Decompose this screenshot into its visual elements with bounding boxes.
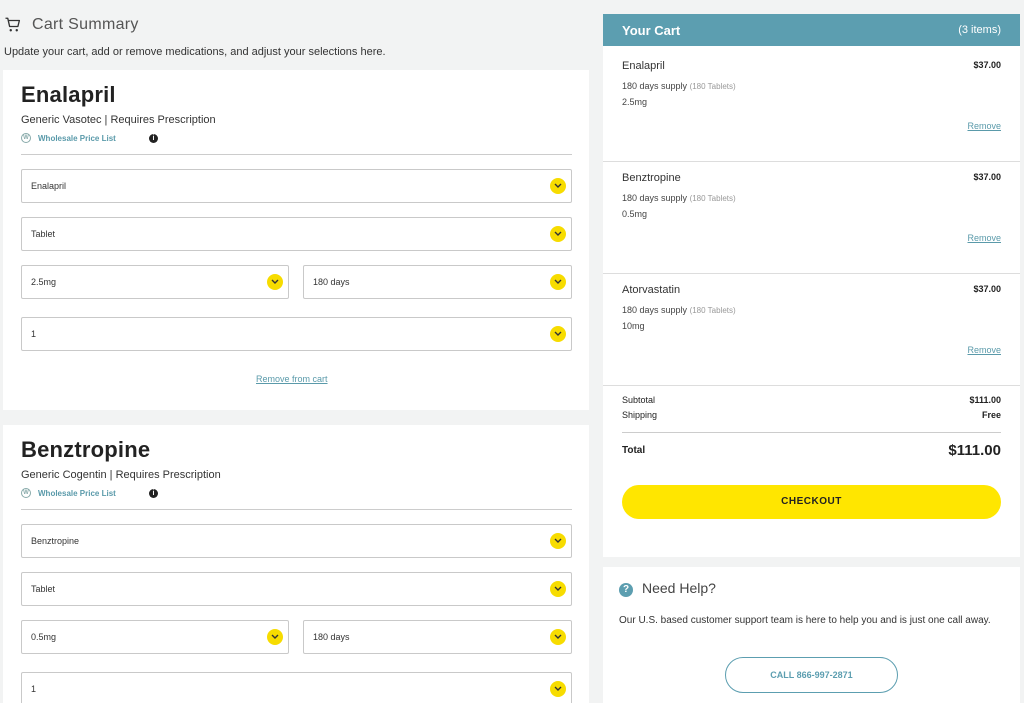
supply-select[interactable]: 180 days xyxy=(303,265,572,299)
shipping-label: Shipping xyxy=(622,410,658,420)
cart-item-supply-text: 180 days supply xyxy=(622,193,688,203)
cart-item-tablets: (180 Tablets) xyxy=(689,82,736,91)
drug-select-value: Enalapril xyxy=(31,181,67,191)
chevron-down-icon xyxy=(267,629,283,645)
cart-item-tablets: (180 Tablets) xyxy=(689,306,736,315)
chevron-down-icon xyxy=(550,681,566,697)
form-select-value: Tablet xyxy=(31,229,56,239)
quantity-select-value: 1 xyxy=(31,329,37,339)
info-icon[interactable]: i xyxy=(149,489,158,498)
cart-summary-header: Cart Summary xyxy=(4,14,139,36)
checkout-button[interactable]: CHECKOUT xyxy=(622,485,1001,519)
your-cart-header: Your Cart (3 items) xyxy=(603,14,1020,46)
total-value: $111.00 xyxy=(948,442,1001,459)
shipping-value: Free xyxy=(981,410,1001,420)
supply-select-value: 180 days xyxy=(313,632,350,642)
info-icon[interactable]: i xyxy=(149,134,158,143)
cart-item-price: $37.00 xyxy=(973,60,1001,70)
medication-name: Enalapril xyxy=(21,82,116,107)
cart-item-name: Atorvastatin xyxy=(622,284,681,296)
wholesale-price-list-link[interactable]: W Wholesale Price List xyxy=(21,133,116,143)
chevron-down-icon xyxy=(550,533,566,549)
supply-select[interactable]: 180 days xyxy=(303,620,572,654)
page-title: Cart Summary xyxy=(32,16,139,33)
medication-generic: Generic Vasotec | Requires Prescription xyxy=(21,114,216,126)
quantity-select[interactable]: 1 xyxy=(21,672,572,703)
cart-icon xyxy=(5,17,21,32)
question-icon: ? xyxy=(619,583,633,597)
quantity-select[interactable]: 1 xyxy=(21,317,572,351)
shipping-row: Shipping Free xyxy=(622,410,1001,420)
cart-item-remove-link[interactable]: Remove xyxy=(967,345,1001,355)
chevron-down-icon xyxy=(550,581,566,597)
cart-item-price: $37.00 xyxy=(973,172,1001,182)
call-support-button[interactable]: CALL 866-997-2871 xyxy=(725,657,898,693)
strength-select-value: 2.5mg xyxy=(31,277,57,287)
cart-item-remove-link[interactable]: Remove xyxy=(967,233,1001,243)
chevron-down-icon xyxy=(550,326,566,342)
quantity-select-value: 1 xyxy=(31,684,37,694)
form-select[interactable]: Tablet xyxy=(21,572,572,606)
subtotal-label: Subtotal xyxy=(622,395,656,405)
drug-select-value: Benztropine xyxy=(31,536,80,546)
chevron-down-icon xyxy=(550,226,566,242)
cart-item-name: Enalapril xyxy=(622,60,665,72)
your-cart-title: Your Cart xyxy=(622,23,681,38)
wholesale-price-list-link[interactable]: W Wholesale Price List xyxy=(21,488,116,498)
supply-select-value: 180 days xyxy=(313,277,350,287)
cart-item-supply: 180 days supply (180 Tablets) xyxy=(622,305,736,315)
your-cart-panel: Your Cart (3 items) Enalapril $37.00 180… xyxy=(603,14,1020,557)
total-label: Total xyxy=(622,445,646,456)
help-title: Need Help? xyxy=(642,580,716,596)
drug-select[interactable]: Enalapril xyxy=(21,169,572,203)
cart-item: Benztropine $37.00 180 days supply (180 … xyxy=(603,162,1020,274)
strength-select-value: 0.5mg xyxy=(31,632,57,642)
cart-item-tablets: (180 Tablets) xyxy=(689,194,736,203)
form-select-value: Tablet xyxy=(31,584,56,594)
cart-item-dose: 0.5mg xyxy=(622,209,648,219)
medication-card-benztropine: Benztropine Generic Cogentin | Requires … xyxy=(3,425,589,703)
cart-item: Atorvastatin $37.00 180 days supply (180… xyxy=(603,274,1020,386)
subtotal-row: Subtotal $111.00 xyxy=(622,395,1001,405)
help-description: Our U.S. based customer support team is … xyxy=(619,615,991,626)
cart-item-supply-text: 180 days supply xyxy=(622,305,688,315)
wholesale-price-list-label: Wholesale Price List xyxy=(38,133,116,143)
cart-item-supply-text: 180 days supply xyxy=(622,81,688,91)
cart-item-supply: 180 days supply (180 Tablets) xyxy=(622,193,736,203)
cart-item-price: $37.00 xyxy=(973,284,1001,294)
chevron-down-icon xyxy=(550,178,566,194)
wholesale-price-list-label: Wholesale Price List xyxy=(38,488,116,498)
cart-item: Enalapril $37.00 180 days supply (180 Ta… xyxy=(603,50,1020,162)
cart-item-count: (3 items) xyxy=(958,24,1001,36)
page-subtitle: Update your cart, add or remove medicati… xyxy=(4,46,386,58)
divider xyxy=(622,432,1001,433)
strength-select[interactable]: 2.5mg xyxy=(21,265,289,299)
divider xyxy=(21,509,572,510)
medication-card-enalapril: Enalapril Generic Vasotec | Requires Pre… xyxy=(3,70,589,410)
divider xyxy=(21,154,572,155)
cart-item-dose: 10mg xyxy=(622,321,645,331)
cart-item-name: Benztropine xyxy=(622,172,681,184)
chevron-down-icon xyxy=(550,629,566,645)
subtotal-value: $111.00 xyxy=(969,395,1001,405)
drug-select[interactable]: Benztropine xyxy=(21,524,572,558)
help-panel: ? Need Help? Our U.S. based customer sup… xyxy=(603,567,1020,703)
chevron-down-icon xyxy=(267,274,283,290)
cart-item-dose: 2.5mg xyxy=(622,97,648,107)
cart-item-supply: 180 days supply (180 Tablets) xyxy=(622,81,736,91)
wordpress-icon: W xyxy=(21,488,31,498)
medication-name: Benztropine xyxy=(21,437,151,462)
chevron-down-icon xyxy=(550,274,566,290)
wordpress-icon: W xyxy=(21,133,31,143)
form-select[interactable]: Tablet xyxy=(21,217,572,251)
medication-generic: Generic Cogentin | Requires Prescription xyxy=(21,469,221,481)
remove-from-cart-link[interactable]: Remove from cart xyxy=(256,374,328,384)
cart-item-remove-link[interactable]: Remove xyxy=(967,121,1001,131)
strength-select[interactable]: 0.5mg xyxy=(21,620,289,654)
